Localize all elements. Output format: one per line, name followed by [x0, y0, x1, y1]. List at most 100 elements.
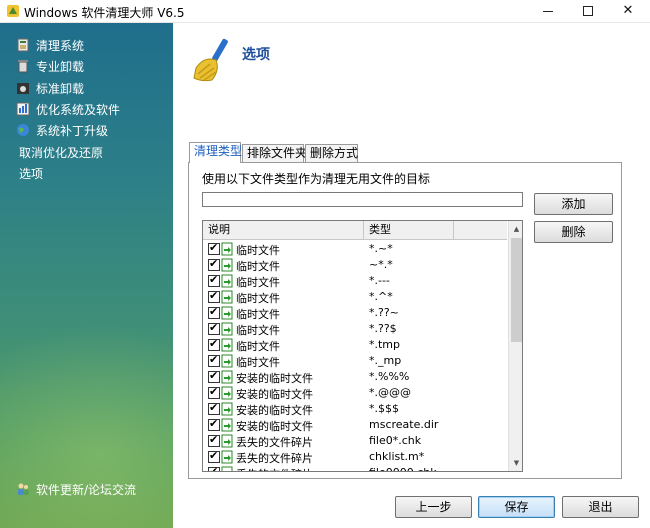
sidebar-item-label: 专业卸载: [36, 59, 85, 74]
table-row[interactable]: 临时文件 *.^*: [203, 289, 507, 305]
row-checkbox[interactable]: [208, 401, 220, 415]
table-row[interactable]: 安装的临时文件 *.%%%: [203, 369, 507, 385]
sidebar-item-patch-upgrade[interactable]: 系统补丁升级: [16, 121, 108, 139]
row-checkbox[interactable]: [208, 289, 220, 303]
table-row[interactable]: 安装的临时文件 *.@@@: [203, 385, 507, 401]
tab-delete-method[interactable]: 删除方式: [305, 144, 358, 162]
previous-button[interactable]: 上一步: [395, 496, 472, 518]
scroll-up-icon[interactable]: ▲: [509, 221, 522, 237]
row-description: 丢失的文件碎片: [236, 436, 313, 449]
row-description: 临时文件: [236, 308, 280, 321]
row-description: 安装的临时文件: [236, 372, 313, 385]
sidebar-item-label: 系统补丁升级: [36, 123, 109, 138]
row-type: *.---: [369, 274, 390, 287]
table-row[interactable]: 安装的临时文件 *.$$$: [203, 401, 507, 417]
table-row[interactable]: 临时文件 *.??$: [203, 321, 507, 337]
row-checkbox[interactable]: [208, 369, 220, 383]
table-row[interactable]: 临时文件 *.??~: [203, 305, 507, 321]
file-icon: [221, 386, 233, 400]
sidebar-item-label: 选项: [19, 166, 44, 181]
sidebar-item-restore[interactable]: 取消优化及还原: [19, 143, 103, 161]
file-icon: [221, 402, 233, 416]
users-icon: [18, 483, 29, 495]
row-checkbox[interactable]: [208, 321, 220, 335]
column-header-extra[interactable]: [454, 221, 507, 240]
row-type: *.%%%: [369, 370, 410, 383]
row-checkbox[interactable]: [208, 385, 220, 399]
row-checkbox[interactable]: [208, 449, 220, 463]
row-description: 临时文件: [236, 324, 280, 337]
row-type: chklist.m*: [369, 450, 425, 463]
row-checkbox[interactable]: [208, 465, 220, 471]
sidebar-item-clean-system[interactable]: 清理系统: [16, 36, 84, 54]
row-description: 临时文件: [236, 244, 280, 257]
row-type: *.??~: [369, 306, 399, 319]
file-icon: [221, 258, 233, 272]
row-description: 临时文件: [236, 356, 280, 369]
tab-exclude-folders[interactable]: 排除文件夹: [242, 144, 307, 162]
broom-icon: [193, 38, 228, 82]
table-row[interactable]: 丢失的文件碎片 file0000.chk: [203, 465, 507, 471]
sidebar-item-update-forum[interactable]: 软件更新/论坛交流: [16, 480, 136, 498]
row-description: 临时文件: [236, 276, 280, 289]
sidebar-item-std-uninstall[interactable]: 标准卸载: [16, 79, 84, 97]
close-icon: ✕: [622, 3, 634, 18]
row-checkbox[interactable]: [208, 273, 220, 287]
row-description: 安装的临时文件: [236, 404, 313, 417]
row-type: file0*.chk: [369, 434, 422, 447]
row-description: 临时文件: [236, 260, 280, 273]
sidebar-item-label: 软件更新/论坛交流: [36, 482, 137, 497]
tab-clean-types[interactable]: 清理类型: [189, 142, 242, 163]
sidebar-item-optimize[interactable]: 优化系统及软件: [16, 100, 120, 118]
table-row[interactable]: 临时文件 ~*.*: [203, 257, 507, 273]
file-type-input[interactable]: [202, 192, 523, 207]
column-header-type[interactable]: 类型: [364, 221, 454, 240]
table-row[interactable]: 丢失的文件碎片 chklist.m*: [203, 449, 507, 465]
minimize-button[interactable]: [528, 0, 568, 23]
table-row[interactable]: 临时文件 *.~*: [203, 241, 507, 257]
file-icon: [221, 274, 233, 288]
row-checkbox[interactable]: [208, 257, 220, 271]
row-description: 安装的临时文件: [236, 420, 313, 433]
file-type-list[interactable]: 说明 类型 临时文件*.~*临时文件~*.*临时文件*.---临时文件*.^*临…: [202, 220, 523, 472]
row-checkbox[interactable]: [208, 417, 220, 431]
page-title: 选项: [242, 47, 270, 63]
table-row[interactable]: 临时文件 *._mp: [203, 353, 507, 369]
row-checkbox[interactable]: [208, 305, 220, 319]
add-button[interactable]: 添加: [534, 193, 613, 215]
file-icon: [221, 290, 233, 304]
table-row[interactable]: 丢失的文件碎片 file0*.chk: [203, 433, 507, 449]
row-description: 丢失的文件碎片: [236, 452, 313, 465]
file-icon: [221, 370, 233, 384]
column-header-description[interactable]: 说明: [203, 221, 364, 240]
row-checkbox[interactable]: [208, 353, 220, 367]
vertical-scrollbar[interactable]: ▲ ▼: [508, 221, 522, 471]
sidebar-item-label: 清理系统: [36, 38, 85, 53]
table-row[interactable]: 临时文件 *.---: [203, 273, 507, 289]
row-description: 安装的临时文件: [236, 388, 313, 401]
file-icon: [221, 322, 233, 336]
maximize-icon: [583, 6, 593, 16]
sidebar-item-pro-uninstall[interactable]: 专业卸载: [16, 57, 84, 75]
file-icon: [221, 434, 233, 448]
maximize-button[interactable]: [568, 0, 608, 23]
row-description: 临时文件: [236, 340, 280, 353]
table-row[interactable]: 安装的临时文件 mscreate.dir: [203, 417, 507, 433]
row-checkbox[interactable]: [208, 337, 220, 351]
exit-button[interactable]: 退出: [562, 496, 639, 518]
close-button[interactable]: ✕: [608, 0, 648, 23]
row-type: ~*.*: [369, 258, 393, 271]
row-checkbox[interactable]: [208, 433, 220, 447]
list-header: 说明 类型: [203, 221, 507, 240]
panel-description: 使用以下文件类型作为清理无用文件的目标: [202, 172, 431, 186]
sidebar-item-label: 取消优化及还原: [19, 145, 104, 160]
table-row[interactable]: 临时文件 *.tmp: [203, 337, 507, 353]
save-button[interactable]: 保存: [478, 496, 555, 518]
row-type: *._mp: [369, 354, 402, 367]
delete-button[interactable]: 删除: [534, 221, 613, 243]
scroll-down-icon[interactable]: ▼: [509, 455, 522, 471]
sidebar-item-options[interactable]: 选项: [19, 164, 43, 182]
scroll-thumb[interactable]: [511, 238, 522, 342]
row-description: 丢失的文件碎片: [236, 466, 313, 471]
row-checkbox[interactable]: [208, 241, 220, 255]
